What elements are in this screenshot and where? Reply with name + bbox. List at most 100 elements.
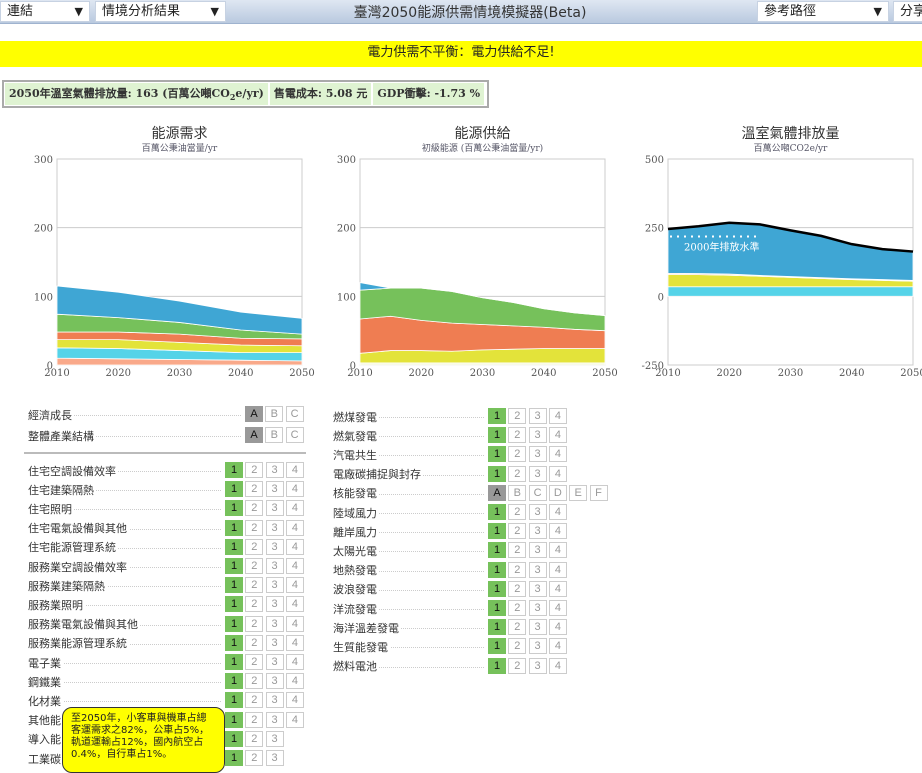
lever-option-2[interactable]: 2 [245, 538, 264, 555]
lever-option-C[interactable]: C [528, 484, 547, 501]
lever-option-A[interactable]: A [245, 406, 263, 422]
lever-option-2[interactable]: 2 [245, 577, 264, 594]
lever-option-4[interactable]: 4 [548, 523, 567, 540]
lever-option-2[interactable]: 2 [508, 446, 527, 463]
lever-option-2[interactable]: 2 [508, 523, 527, 540]
lever-option-1[interactable]: 1 [488, 600, 506, 616]
lever-option-2[interactable]: 2 [508, 542, 527, 559]
lever-option-F[interactable]: F [589, 484, 608, 501]
lever-option-3[interactable]: 3 [265, 654, 284, 670]
lever-option-3[interactable]: 3 [265, 577, 284, 594]
lever-option-2[interactable]: 2 [245, 692, 264, 709]
lever-option-1[interactable]: 1 [225, 634, 243, 651]
lever-option-1[interactable]: 1 [225, 673, 243, 690]
lever-option-4[interactable]: 4 [548, 657, 567, 674]
lever-option-2[interactable]: 2 [245, 558, 264, 574]
lever-option-A[interactable]: A [245, 427, 263, 443]
lever-option-2[interactable]: 2 [245, 462, 264, 478]
lever-option-3[interactable]: 3 [528, 446, 547, 463]
lever-option-2[interactable]: 2 [508, 600, 527, 616]
lever-option-4[interactable]: 4 [285, 538, 304, 555]
lever-option-4[interactable]: 4 [285, 634, 304, 651]
lever-option-1[interactable]: 1 [488, 446, 506, 463]
analysis-dropdown[interactable]: 情境分析結果 ▼ [95, 1, 226, 22]
lever-option-1[interactable]: 1 [225, 462, 243, 478]
lever-option-3[interactable]: 3 [265, 634, 284, 651]
links-dropdown[interactable]: 連結 ▼ [0, 1, 90, 22]
lever-option-4[interactable]: 4 [285, 654, 304, 670]
lever-option-B[interactable]: B [265, 406, 284, 422]
lever-option-E[interactable]: E [569, 484, 588, 501]
lever-option-2[interactable]: 2 [508, 504, 527, 520]
lever-option-3[interactable]: 3 [265, 500, 284, 517]
lever-option-1[interactable]: 1 [488, 523, 506, 540]
lever-option-4[interactable]: 4 [548, 427, 567, 444]
lever-option-3[interactable]: 3 [265, 615, 284, 632]
lever-option-3[interactable]: 3 [528, 561, 547, 578]
lever-option-2[interactable]: 2 [245, 654, 264, 670]
lever-option-4[interactable]: 4 [285, 500, 304, 517]
lever-option-2[interactable]: 2 [508, 619, 527, 636]
lever-option-4[interactable]: 4 [548, 446, 567, 463]
lever-option-3[interactable]: 3 [265, 750, 284, 766]
lever-option-3[interactable]: 3 [528, 542, 547, 559]
lever-option-3[interactable]: 3 [265, 692, 284, 709]
lever-option-2[interactable]: 2 [508, 561, 527, 578]
lever-option-3[interactable]: 3 [528, 408, 547, 424]
lever-option-3[interactable]: 3 [265, 673, 284, 690]
lever-option-1[interactable]: 1 [488, 465, 506, 482]
lever-option-4[interactable]: 4 [548, 580, 567, 597]
lever-option-B[interactable]: B [508, 484, 527, 501]
lever-option-3[interactable]: 3 [528, 638, 547, 655]
lever-option-4[interactable]: 4 [548, 504, 567, 520]
lever-option-1[interactable]: 1 [488, 408, 506, 424]
lever-option-2[interactable]: 2 [245, 615, 264, 632]
lever-option-1[interactable]: 1 [225, 596, 243, 613]
lever-option-A[interactable]: A [488, 484, 506, 501]
lever-option-C[interactable]: C [285, 406, 304, 422]
lever-option-4[interactable]: 4 [285, 577, 304, 594]
lever-option-2[interactable]: 2 [245, 500, 264, 517]
lever-option-4[interactable]: 4 [285, 462, 304, 478]
lever-option-1[interactable]: 1 [488, 542, 506, 559]
lever-option-4[interactable]: 4 [285, 711, 304, 728]
lever-option-2[interactable]: 2 [508, 580, 527, 597]
lever-option-4[interactable]: 4 [548, 465, 567, 482]
lever-option-4[interactable]: 4 [285, 558, 304, 574]
lever-option-2[interactable]: 2 [245, 750, 264, 766]
lever-option-2[interactable]: 2 [508, 427, 527, 444]
lever-option-C[interactable]: C [285, 427, 304, 443]
lever-option-1[interactable]: 1 [488, 504, 506, 520]
lever-option-3[interactable]: 3 [528, 619, 547, 636]
lever-option-4[interactable]: 4 [285, 481, 304, 498]
lever-option-1[interactable]: 1 [225, 654, 243, 670]
lever-option-1[interactable]: 1 [225, 558, 243, 574]
lever-option-3[interactable]: 3 [528, 580, 547, 597]
lever-option-1[interactable]: 1 [488, 657, 506, 674]
pathway-dropdown[interactable]: 參考路徑 ▼ [757, 1, 889, 22]
lever-option-2[interactable]: 2 [508, 465, 527, 482]
lever-option-2[interactable]: 2 [245, 634, 264, 651]
lever-option-3[interactable]: 3 [265, 462, 284, 478]
lever-option-3[interactable]: 3 [265, 538, 284, 555]
lever-option-4[interactable]: 4 [548, 561, 567, 578]
lever-option-1[interactable]: 1 [225, 481, 243, 498]
lever-option-4[interactable]: 4 [548, 542, 567, 559]
lever-option-3[interactable]: 3 [528, 600, 547, 616]
lever-option-4[interactable]: 4 [548, 619, 567, 636]
lever-option-1[interactable]: 1 [488, 580, 506, 597]
lever-option-3[interactable]: 3 [528, 465, 547, 482]
lever-option-D[interactable]: D [548, 484, 567, 501]
lever-option-3[interactable]: 3 [528, 504, 547, 520]
lever-option-1[interactable]: 1 [225, 519, 243, 536]
lever-option-4[interactable]: 4 [285, 519, 304, 536]
lever-option-3[interactable]: 3 [528, 427, 547, 444]
lever-option-2[interactable]: 2 [508, 408, 527, 424]
lever-option-3[interactable]: 3 [265, 730, 284, 747]
lever-option-1[interactable]: 1 [225, 730, 243, 747]
lever-option-1[interactable]: 1 [225, 615, 243, 632]
lever-option-2[interactable]: 2 [245, 711, 264, 728]
lever-option-4[interactable]: 4 [285, 596, 304, 613]
lever-option-1[interactable]: 1 [488, 638, 506, 655]
lever-option-3[interactable]: 3 [265, 711, 284, 728]
